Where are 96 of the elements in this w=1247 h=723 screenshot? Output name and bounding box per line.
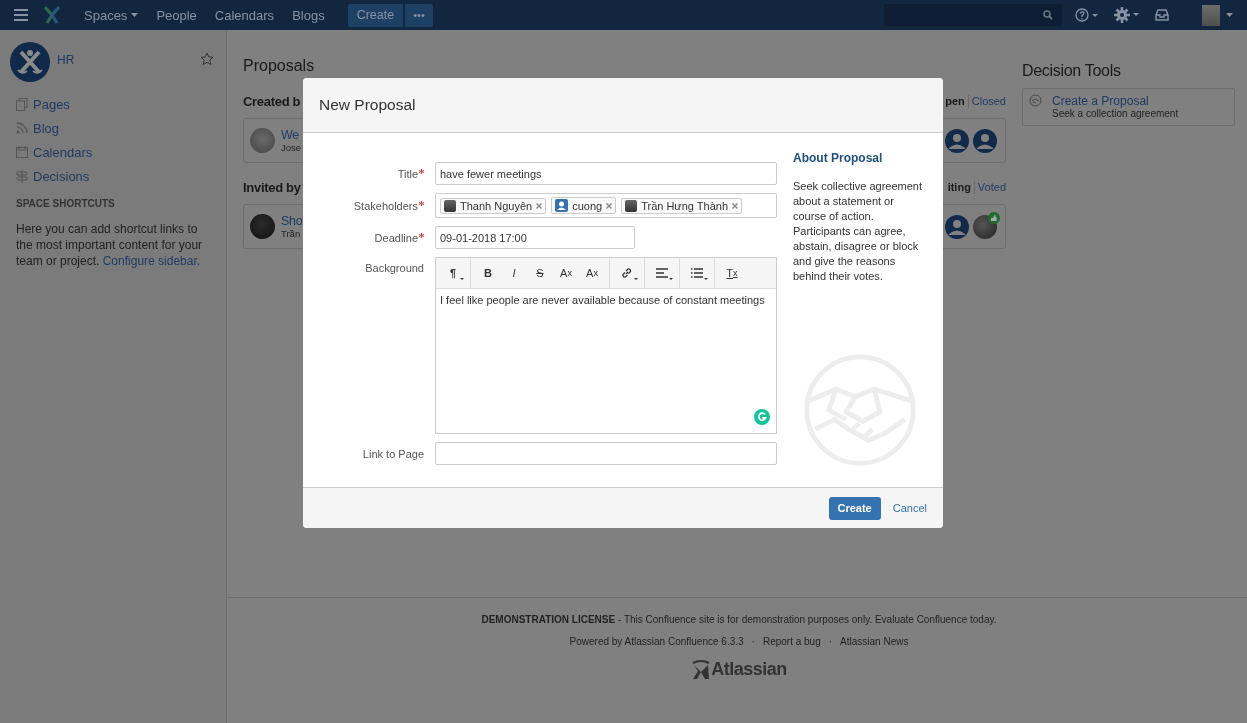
align-left-icon	[656, 268, 668, 278]
paragraph-button[interactable]: ¶	[440, 259, 466, 287]
caret-icon	[131, 13, 139, 17]
caret-icon	[634, 278, 638, 280]
user-tag[interactable]: cuong	[551, 197, 617, 214]
section-heading: SPACE SHORTCUTS	[16, 198, 116, 209]
help-icon[interactable]	[1075, 8, 1099, 22]
calendar-icon	[16, 146, 28, 158]
user-avatar	[250, 214, 275, 239]
footer-link[interactable]: Atlassian News	[840, 636, 909, 647]
handshake-icon	[1029, 94, 1042, 107]
inbox-icon[interactable]	[1155, 9, 1169, 21]
item-description: Seek a collection agreement	[1052, 108, 1179, 119]
date-field[interactable]: 09-01-2018 17:00	[435, 226, 635, 249]
atlassian-logo-icon	[691, 659, 712, 680]
nav-link[interactable]: People	[147, 0, 206, 30]
dialog-title: New Proposal	[319, 96, 416, 114]
settings-icon[interactable]	[1114, 7, 1140, 23]
field-label: Background	[365, 262, 424, 274]
sidebar-link[interactable]: Decisions	[16, 164, 90, 188]
field-label: Link to Page	[362, 447, 424, 460]
sidebar-link-label: Pages	[33, 96, 70, 112]
stakeholders-field[interactable]: Thanh Nguyên cuong Trần Hưng Thành	[435, 193, 777, 218]
remove-icon[interactable]	[536, 202, 543, 209]
field-label: Deadline	[374, 231, 418, 244]
signpost-icon	[16, 169, 28, 183]
separator-dot: ·	[828, 636, 833, 647]
field-label: Title	[397, 167, 418, 180]
caret-icon	[460, 278, 464, 280]
create-button[interactable]: Create	[828, 496, 881, 520]
space-logo-icon[interactable]	[10, 42, 50, 82]
footer-link[interactable]: Powered by Atlassian Confluence 6.3.3	[569, 636, 744, 647]
sidebar-link[interactable]: Calendars	[16, 140, 93, 164]
caret-icon	[669, 278, 673, 280]
caret-icon[interactable]	[1226, 13, 1233, 17]
user-avatar	[625, 199, 638, 212]
link-icon	[621, 267, 633, 279]
star-icon[interactable]	[200, 52, 214, 66]
grammar-checker-icon[interactable]	[754, 409, 770, 425]
logo-text: Atlassian	[711, 659, 787, 680]
nav-link[interactable]: Calendars	[205, 0, 284, 30]
section-heading: Created b	[243, 93, 301, 109]
about-title: About Proposal	[793, 151, 884, 165]
user-tag[interactable]: Thanh Nguyên	[440, 197, 547, 214]
italic-button[interactable]: I	[501, 259, 527, 287]
space-name[interactable]: HR	[57, 53, 200, 67]
about-description: Seek collective agreement about a statement or course of action. Participants can agree, abstain, disagree or block and give the reasons behind their votes.	[793, 179, 923, 284]
search-field[interactable]	[884, 4, 1062, 26]
app-logo-icon[interactable]	[44, 6, 60, 24]
bold-button[interactable]: B	[475, 259, 501, 287]
license-notice: DEMONSTRATION LICENSE - This Confluence site is for demonstration purposes only. Evaluate Confluence today.	[481, 614, 997, 625]
sidebar-link-label: Calendars	[33, 144, 93, 160]
page-title: Proposals	[243, 57, 316, 76]
editor-text[interactable]: I feel like people are never available because of constant meetings	[436, 289, 776, 311]
create-button[interactable]: Create	[347, 3, 404, 27]
user-avatar-icon	[555, 199, 569, 212]
sidebar-link-label: Decisions	[33, 168, 90, 184]
sidebar-link-label: Blog	[33, 120, 60, 136]
text-field[interactable]: have fewer meetings	[435, 162, 777, 185]
configure-sidebar-link[interactable]: Configure sidebar.	[102, 254, 201, 268]
sidebar-link[interactable]: Blog	[16, 116, 60, 140]
cancel-link[interactable]: Cancel	[892, 502, 927, 514]
field-label: Stakeholders	[353, 199, 418, 212]
nav-link[interactable]: Blogs	[283, 0, 334, 30]
section-heading: Invited by	[243, 179, 301, 195]
user-tag[interactable]: Trần Hưng Thành	[621, 197, 742, 214]
text-field[interactable]	[435, 442, 777, 465]
search-icon	[1043, 10, 1053, 20]
user-avatar	[250, 128, 275, 153]
rss-icon	[16, 122, 28, 134]
bullet-list-icon	[691, 268, 703, 278]
filter-link[interactable]: pen	[945, 95, 965, 107]
user-avatar[interactable]	[1202, 4, 1220, 26]
more-button[interactable]: •••	[405, 3, 433, 27]
item-title: Create a Proposal	[1052, 94, 1150, 108]
caret-icon	[704, 278, 708, 280]
proposal-title[interactable]: We	[281, 128, 299, 142]
sidebar-link[interactable]: Pages	[16, 92, 70, 116]
user-avatar	[444, 199, 456, 212]
footer-link[interactable]: Report a bug	[762, 636, 821, 647]
remove-icon[interactable]	[606, 202, 613, 209]
proposal-author: Jose	[281, 142, 302, 153]
pages-icon	[16, 97, 28, 111]
nav-link[interactable]: Spaces	[75, 0, 148, 30]
shortcuts-description: Here you can add shortcut links to the most important content for your team or project. Configure sidebar.	[16, 221, 204, 269]
filter-link[interactable]: iting	[947, 181, 971, 193]
menu-icon[interactable]	[14, 9, 28, 21]
proposal-author: Trần	[281, 228, 301, 239]
proposal-title[interactable]: Sho	[281, 214, 303, 228]
remove-icon[interactable]	[732, 202, 738, 209]
create-proposal-item[interactable]: Create a Proposal Seek a collection agreement	[1022, 88, 1235, 126]
filter-link[interactable]: Closed	[971, 95, 1006, 107]
panel-title: Decision Tools	[1022, 62, 1122, 80]
separator-dot: ·	[751, 636, 755, 647]
strike-button[interactable]: S	[527, 259, 553, 287]
filter-link[interactable]: Voted	[977, 181, 1006, 193]
